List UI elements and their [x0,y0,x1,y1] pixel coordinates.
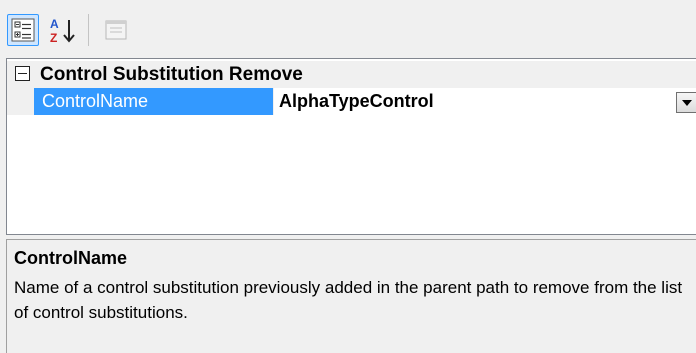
description-panel: ControlName Name of a control substituti… [6,239,696,353]
property-pages-icon [105,20,127,40]
property-grid: Control Substitution Remove ControlName … [6,58,696,235]
categorized-icon [11,18,35,42]
alphabetical-view-button[interactable]: A Z [47,14,79,46]
property-grid-window: A Z Control Substitution Remove ControlN… [0,0,696,353]
column-divider[interactable] [273,88,274,115]
category-row[interactable]: Control Substitution Remove [7,61,696,88]
chevron-down-icon [682,100,692,106]
value-dropdown-button[interactable] [676,92,696,113]
svg-text:Z: Z [50,31,57,45]
row-gutter [7,88,34,115]
property-grid-toolbar: A Z [0,0,696,58]
alphabetical-sort-icon: A Z [50,17,75,45]
property-name[interactable]: ControlName [34,88,273,115]
description-title: ControlName [14,248,128,268]
property-value[interactable]: AlphaTypeControl [279,88,434,115]
svg-text:A: A [50,17,59,31]
category-label: Control Substitution Remove [40,64,303,85]
property-pages-button[interactable] [100,14,132,46]
categorized-view-button[interactable] [7,14,39,46]
collapse-icon[interactable] [15,66,30,81]
toolbar-separator [88,14,89,46]
property-row[interactable]: ControlName AlphaTypeControl [7,88,696,115]
description-text: Name of a control substitution previousl… [14,278,683,322]
